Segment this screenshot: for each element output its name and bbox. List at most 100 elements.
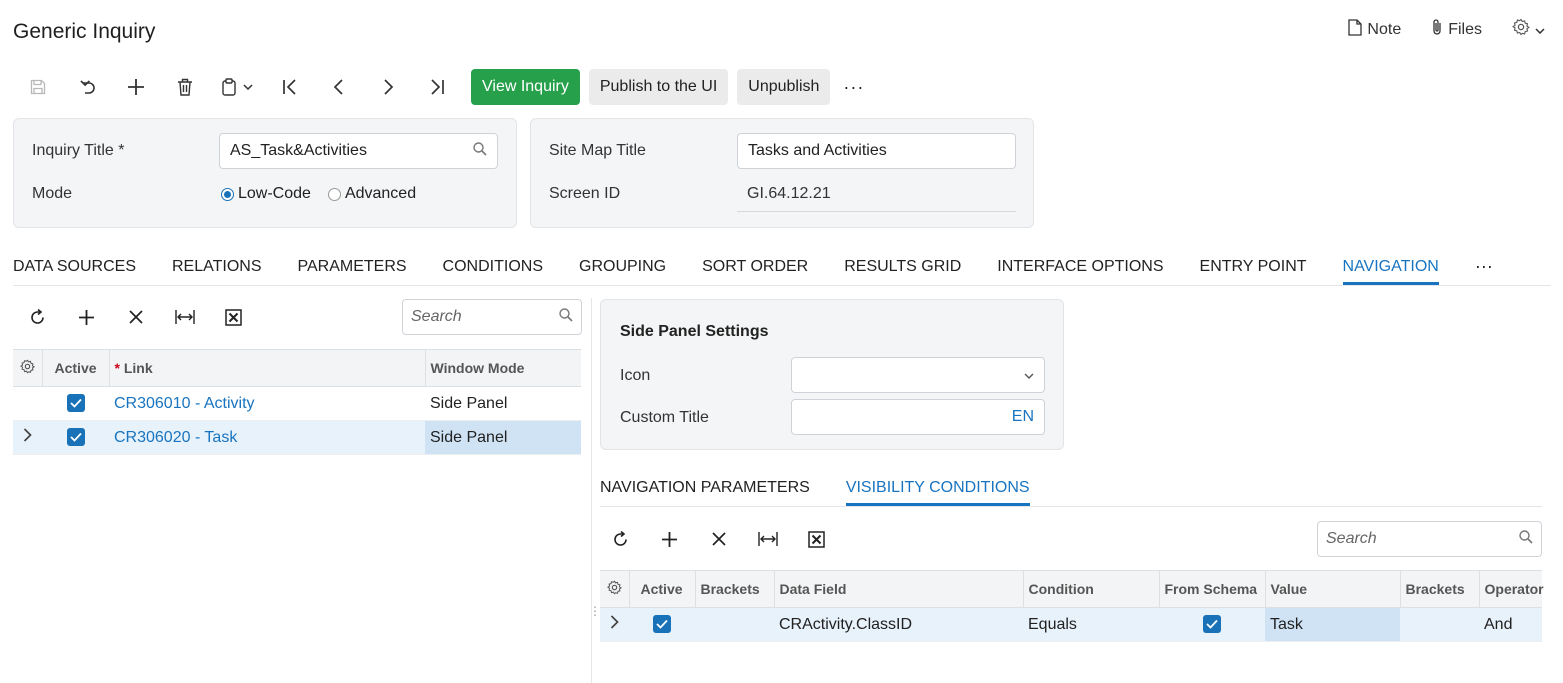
- vis-grid-toolbar: [596, 521, 841, 557]
- export-excel-icon[interactable]: [792, 521, 841, 557]
- row-expander-cell: [13, 420, 42, 455]
- publish-to-ui-button[interactable]: Publish to the UI: [588, 69, 729, 105]
- subtab-visibility-conditions[interactable]: VISIBILITY CONDITIONS: [845, 469, 1030, 506]
- chevron-down-icon: [1535, 21, 1545, 39]
- add-row-icon[interactable]: [62, 299, 111, 335]
- column-header-brackets-open[interactable]: Brackets: [695, 570, 775, 608]
- more-actions-button[interactable]: ···: [843, 77, 864, 98]
- subtab-navigation-parameters[interactable]: NAVIGATION PARAMETERS: [600, 469, 810, 506]
- summary-panel-left: Inquiry Title * AS_Task&Activities Mode …: [13, 118, 517, 228]
- paperclip-icon: [1431, 18, 1443, 41]
- condition-cell[interactable]: Equals: [1023, 607, 1159, 642]
- export-excel-icon[interactable]: [209, 299, 258, 335]
- active-checkbox[interactable]: [653, 615, 671, 634]
- column-header-window-mode[interactable]: Window Mode: [425, 349, 581, 387]
- tab-results-grid[interactable]: RESULTS GRID: [844, 248, 961, 285]
- column-settings-button[interactable]: [600, 570, 630, 608]
- active-checkbox[interactable]: [66, 394, 85, 413]
- note-button[interactable]: Note: [1348, 18, 1401, 41]
- first-record-icon[interactable]: [265, 69, 314, 105]
- chevron-right-icon[interactable]: [610, 615, 619, 633]
- link-value[interactable]: CR306010 - Activity: [114, 395, 255, 412]
- row-expander-cell: [13, 386, 42, 421]
- tab-conditions[interactable]: CONDITIONS: [443, 248, 543, 285]
- inquiry-title-field[interactable]: AS_Task&Activities: [219, 133, 498, 169]
- radio-unselected-icon: [327, 187, 341, 201]
- column-settings-button[interactable]: [13, 349, 43, 387]
- column-header-active[interactable]: Active: [629, 570, 696, 608]
- fit-columns-icon[interactable]: [160, 299, 209, 335]
- tab-sort-order[interactable]: SORT ORDER: [702, 248, 808, 285]
- brackets-open-cell[interactable]: [695, 607, 774, 642]
- tab-entry-point[interactable]: ENTRY POINT: [1200, 248, 1307, 285]
- nav-grid-search-input[interactable]: Search: [402, 299, 582, 335]
- next-record-icon[interactable]: [363, 69, 412, 105]
- custom-title-field[interactable]: EN: [791, 399, 1045, 435]
- tabs-more-button[interactable]: ···: [1475, 248, 1493, 285]
- brackets-close-cell[interactable]: [1400, 607, 1479, 642]
- fit-columns-icon[interactable]: [743, 521, 792, 557]
- undo-icon[interactable]: [62, 69, 111, 105]
- column-header-data-field[interactable]: Data Field: [774, 570, 1024, 608]
- tab-data-sources[interactable]: DATA SOURCES: [13, 248, 136, 285]
- language-button[interactable]: EN: [1012, 408, 1034, 426]
- settings-menu-button[interactable]: [1512, 18, 1545, 41]
- splitter-handle-icon[interactable]: ⋮: [589, 605, 601, 625]
- active-cell: [42, 420, 109, 455]
- active-checkbox[interactable]: [66, 428, 85, 447]
- save-icon[interactable]: [13, 69, 62, 105]
- tab-parameters[interactable]: PARAMETERS: [297, 248, 406, 285]
- files-button[interactable]: Files: [1431, 18, 1482, 41]
- nav-grid-header-row: Active * Link Window Mode: [13, 349, 581, 387]
- link-cell: CR306020 - Task: [109, 420, 425, 455]
- gear-icon: [19, 359, 35, 377]
- column-header-value[interactable]: Value: [1265, 570, 1401, 608]
- column-header-from-schema[interactable]: From Schema: [1159, 570, 1266, 608]
- window-mode-cell[interactable]: Side Panel: [425, 420, 581, 455]
- sub-tabs-bar: NAVIGATION PARAMETERS VISIBILITY CONDITIO…: [600, 469, 1542, 507]
- refresh-icon[interactable]: [13, 299, 62, 335]
- previous-record-icon[interactable]: [314, 69, 363, 105]
- vis-grid-search-input[interactable]: Search: [1317, 521, 1542, 557]
- table-row-selected[interactable]: CR306020 - Task Side Panel: [13, 420, 581, 455]
- inquiry-title-value: AS_Task&Activities: [230, 142, 367, 159]
- refresh-icon[interactable]: [596, 521, 645, 557]
- add-row-icon[interactable]: [645, 521, 694, 557]
- operator-cell[interactable]: And: [1479, 607, 1542, 642]
- column-header-brackets-close[interactable]: Brackets: [1400, 570, 1480, 608]
- window-mode-cell[interactable]: Side Panel: [425, 386, 581, 421]
- delete-icon[interactable]: [160, 69, 209, 105]
- mode-low-code-radio[interactable]: Low-Code: [221, 185, 311, 203]
- delete-row-icon[interactable]: [694, 521, 743, 557]
- active-cell: [42, 386, 109, 421]
- tab-relations[interactable]: RELATIONS: [172, 248, 262, 285]
- last-record-icon[interactable]: [412, 69, 461, 105]
- site-map-title-field[interactable]: Tasks and Activities: [737, 133, 1016, 169]
- search-icon[interactable]: [473, 141, 487, 161]
- column-header-operator[interactable]: Operator: [1479, 570, 1544, 608]
- column-header-link[interactable]: * Link: [109, 349, 426, 387]
- mode-advanced-radio[interactable]: Advanced: [327, 185, 416, 203]
- table-row[interactable]: CR306010 - Activity Side Panel: [13, 386, 581, 421]
- gear-icon: [606, 580, 622, 598]
- view-inquiry-button[interactable]: View Inquiry: [471, 69, 580, 105]
- link-value[interactable]: CR306020 - Task: [114, 429, 237, 446]
- tab-interface-options[interactable]: INTERFACE OPTIONS: [997, 248, 1163, 285]
- splitter[interactable]: [591, 298, 592, 683]
- tab-grouping[interactable]: GROUPING: [579, 248, 666, 285]
- custom-title-label: Custom Title: [620, 409, 709, 426]
- column-header-active[interactable]: Active: [42, 349, 110, 387]
- value-cell[interactable]: Task: [1265, 607, 1400, 642]
- clipboard-icon[interactable]: [209, 69, 265, 105]
- chevron-right-icon[interactable]: [23, 428, 32, 446]
- data-field-cell[interactable]: CRActivity.ClassID: [774, 607, 1023, 642]
- tab-navigation[interactable]: NAVIGATION: [1342, 248, 1440, 285]
- column-header-condition[interactable]: Condition: [1023, 570, 1160, 608]
- nav-links-grid: Active * Link Window Mode CR306010 - Act…: [13, 349, 581, 455]
- delete-row-icon[interactable]: [111, 299, 160, 335]
- unpublish-button[interactable]: Unpublish: [737, 69, 831, 105]
- from-schema-checkbox[interactable]: [1203, 615, 1221, 634]
- add-icon[interactable]: [111, 69, 160, 105]
- icon-select[interactable]: [791, 357, 1045, 393]
- table-row-selected[interactable]: CRActivity.ClassID Equals Task And: [600, 607, 1542, 642]
